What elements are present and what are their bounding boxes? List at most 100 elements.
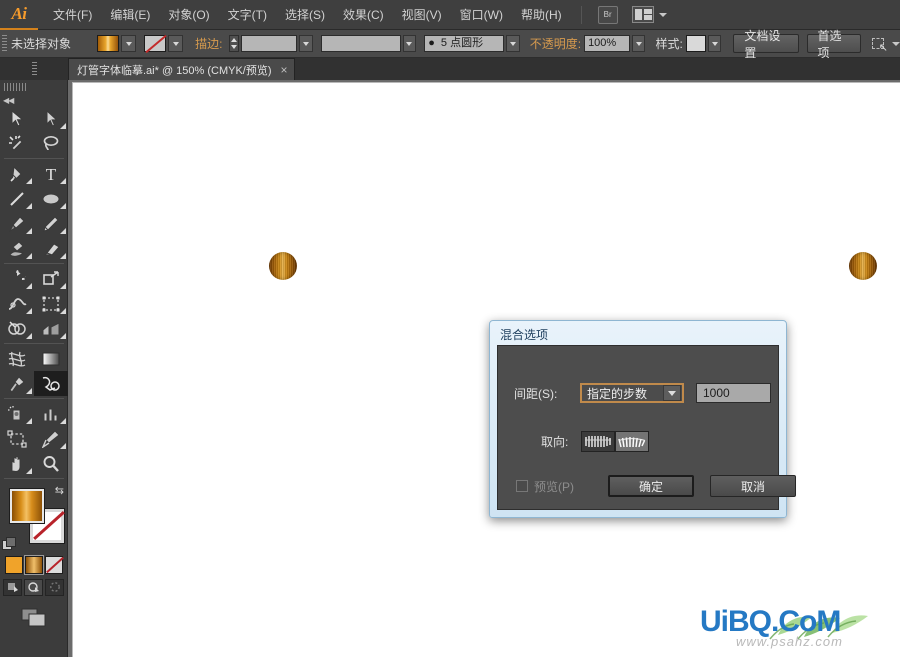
- menu-select[interactable]: 选择(S): [276, 0, 334, 30]
- preferences-button[interactable]: 首选项: [807, 34, 861, 53]
- opacity-label: 不透明度:: [530, 35, 581, 52]
- blend-tool[interactable]: [34, 371, 68, 396]
- graphic-style-swatch[interactable]: [686, 35, 706, 52]
- opacity-dropdown[interactable]: [632, 35, 646, 52]
- artboard-tool[interactable]: [0, 426, 34, 451]
- dialog-title: 混合选项: [493, 324, 783, 344]
- fill-swatch-group: [97, 35, 136, 52]
- stroke-profile-input[interactable]: [321, 35, 401, 52]
- draw-inside-mode[interactable]: [45, 579, 64, 596]
- shape-builder-tool[interactable]: [0, 316, 34, 341]
- blend-options-dialog[interactable]: 混合选项 间距(S): 指定的步数 1000 取向:: [489, 320, 787, 518]
- zoom-tool[interactable]: [34, 451, 68, 476]
- free-transform-tool[interactable]: [34, 291, 68, 316]
- pencil-tool[interactable]: [34, 211, 68, 236]
- menu-help[interactable]: 帮助(H): [512, 0, 571, 30]
- default-fill-stroke-button[interactable]: [2, 537, 14, 549]
- blend-object-right[interactable]: [849, 252, 877, 280]
- document-setup-button[interactable]: 文档设置: [733, 34, 798, 53]
- stroke-weight-dropdown[interactable]: [299, 35, 313, 52]
- chevron-down-icon[interactable]: [663, 385, 681, 401]
- color-mode-solid[interactable]: [5, 556, 23, 574]
- tools-panel-grip[interactable]: [0, 80, 67, 94]
- stroke-swatch-none[interactable]: [144, 35, 166, 52]
- dialog-footer: 预览(P) 确定 取消: [516, 475, 796, 497]
- fill-stroke-indicator: ⇆: [0, 485, 68, 553]
- orientation-row: 取向:: [541, 431, 649, 452]
- illustrator-window: Ai 文件(F) 编辑(E) 对象(O) 文字(T) 选择(S) 效果(C) 视…: [0, 0, 900, 657]
- gradient-tool[interactable]: [34, 346, 68, 371]
- style-label: 样式:: [655, 35, 682, 52]
- brush-definition-dropdown[interactable]: [506, 35, 520, 52]
- column-graph-tool[interactable]: [34, 401, 68, 426]
- rotate-tool[interactable]: [0, 266, 34, 291]
- menu-file[interactable]: 文件(F): [44, 0, 101, 30]
- menu-item-list: 文件(F) 编辑(E) 对象(O) 文字(T) 选择(S) 效果(C) 视图(V…: [44, 0, 571, 30]
- change-screen-mode-button[interactable]: [0, 608, 67, 627]
- spacing-select[interactable]: 指定的步数: [580, 383, 684, 403]
- color-mode-gradient[interactable]: [25, 556, 43, 574]
- eyedropper-tool[interactable]: [0, 371, 34, 396]
- eraser-tool[interactable]: [34, 236, 68, 261]
- paintbrush-tool[interactable]: [0, 211, 34, 236]
- hand-tool[interactable]: [0, 451, 34, 476]
- menu-object[interactable]: 对象(O): [159, 0, 218, 30]
- ellipse-tool[interactable]: [34, 186, 68, 211]
- opacity-input[interactable]: 100%: [584, 35, 630, 52]
- draw-behind-mode[interactable]: [24, 579, 43, 596]
- stroke-weight-input[interactable]: [241, 35, 297, 52]
- stroke-swatch-dropdown[interactable]: [168, 35, 183, 52]
- draw-normal-mode[interactable]: [3, 579, 22, 596]
- align-cursor-icon[interactable]: [871, 37, 887, 51]
- fill-color-swatch[interactable]: [10, 489, 44, 523]
- blob-brush-tool[interactable]: [0, 236, 34, 261]
- perspective-grid-tool[interactable]: [34, 316, 68, 341]
- tool-grid: T: [0, 106, 67, 481]
- control-bar-overflow-chevron-icon[interactable]: [892, 42, 900, 46]
- mesh-tool[interactable]: [0, 346, 34, 371]
- preview-checkbox[interactable]: [516, 480, 528, 492]
- menu-bar: Ai 文件(F) 编辑(E) 对象(O) 文字(T) 选择(S) 效果(C) 视…: [0, 0, 900, 30]
- fill-swatch[interactable]: [97, 35, 119, 52]
- selection-tool[interactable]: [0, 106, 34, 131]
- ok-button[interactable]: 确定: [608, 475, 694, 497]
- stroke-weight-stepper[interactable]: [229, 35, 239, 52]
- document-tab[interactable]: 灯管字体临摹.ai* @ 150% (CMYK/预览) ×: [68, 58, 295, 80]
- tools-panel-collapse-button[interactable]: ◀◀: [0, 94, 67, 106]
- menu-edit[interactable]: 编辑(E): [101, 0, 159, 30]
- tool-divider: [4, 478, 64, 479]
- brush-bullet-icon: ●: [428, 36, 435, 51]
- graphic-style-dropdown[interactable]: [708, 35, 722, 52]
- fill-swatch-dropdown[interactable]: [121, 35, 136, 52]
- menu-type[interactable]: 文字(T): [219, 0, 276, 30]
- menu-effect[interactable]: 效果(C): [334, 0, 393, 30]
- type-tool[interactable]: T: [34, 161, 68, 186]
- width-tool[interactable]: [0, 291, 34, 316]
- tab-bar-grip[interactable]: [0, 58, 68, 80]
- dialog-body: 间距(S): 指定的步数 1000 取向:: [497, 345, 779, 510]
- cancel-button[interactable]: 取消: [710, 475, 796, 497]
- menu-window[interactable]: 窗口(W): [451, 0, 512, 30]
- swap-fill-stroke-icon[interactable]: ⇆: [55, 486, 64, 497]
- workspace-switcher-icon[interactable]: [632, 6, 654, 23]
- stroke-profile-dropdown[interactable]: [403, 35, 417, 52]
- magic-wand-tool[interactable]: [0, 131, 34, 156]
- symbol-sprayer-tool[interactable]: [0, 401, 34, 426]
- align-to-page-button[interactable]: [581, 431, 615, 452]
- control-bar-grip[interactable]: [0, 30, 9, 58]
- blend-object-left[interactable]: [269, 252, 297, 280]
- scale-tool[interactable]: [34, 266, 68, 291]
- bridge-icon[interactable]: Br: [598, 6, 618, 24]
- spacing-steps-input[interactable]: 1000: [696, 383, 771, 403]
- menu-view[interactable]: 视图(V): [393, 0, 451, 30]
- line-segment-tool[interactable]: [0, 186, 34, 211]
- close-icon[interactable]: ×: [281, 63, 288, 77]
- align-to-path-button[interactable]: [615, 431, 649, 452]
- color-mode-none[interactable]: [45, 556, 63, 574]
- brush-definition-input[interactable]: ● 5 点圆形: [424, 35, 504, 52]
- slice-tool[interactable]: [34, 426, 68, 451]
- lasso-tool[interactable]: [34, 131, 68, 156]
- pen-tool[interactable]: [0, 161, 34, 186]
- chevron-down-icon[interactable]: [659, 13, 667, 17]
- direct-selection-tool[interactable]: [34, 106, 68, 131]
